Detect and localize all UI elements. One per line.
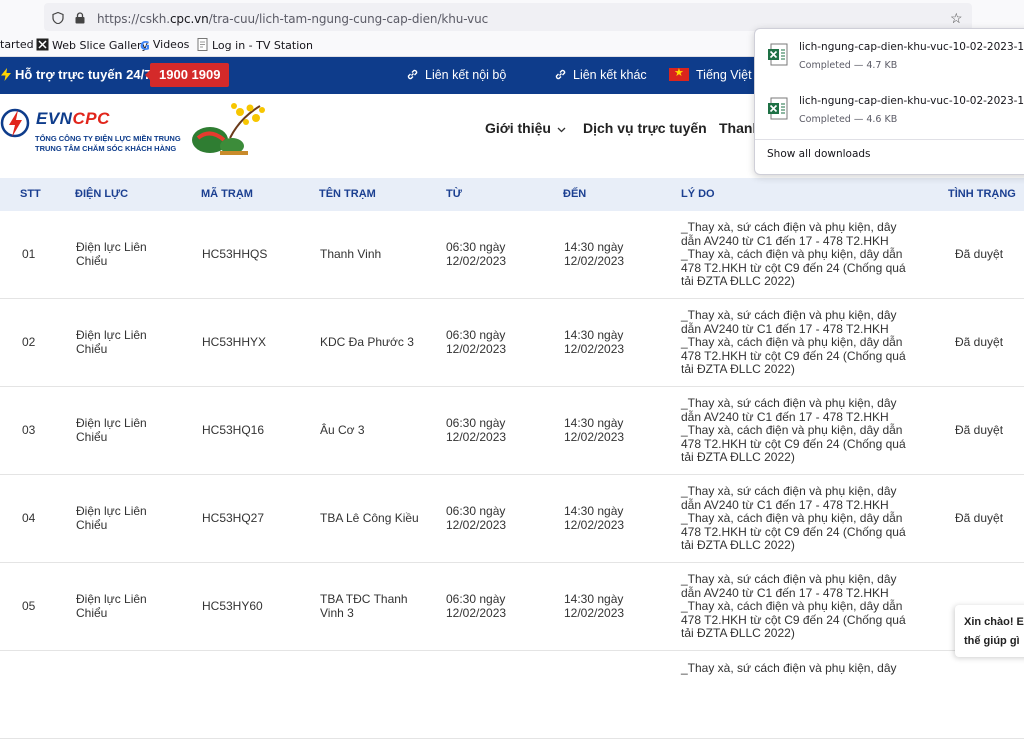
table-row[interactable]: 04 Điện lực Liên Chiểu HC53HQ27 TBA Lê Cô…: [0, 475, 1024, 563]
reason-cell: _Thay xà, sứ cách điện và phụ kiện, dây: [681, 661, 897, 675]
status-cell: Đã duyệt: [955, 423, 1004, 437]
table-row[interactable]: _Thay xà, sứ cách điện và phụ kiện, dây: [0, 651, 1024, 739]
evn-logo-icon[interactable]: [0, 101, 32, 145]
station-name-cell: Âu Cơ 3: [320, 423, 365, 437]
chevron-down-icon: [557, 127, 566, 133]
table-header: STT ĐIỆN LỰC MÃ TRẠM TÊN TRẠM TỪ ĐẾN LÝ …: [0, 178, 1024, 211]
table-row[interactable]: 03 Điện lực Liên Chiểu HC53HQ16 Âu Cơ 3 0…: [0, 387, 1024, 475]
language-selector[interactable]: Tiếng Việt: [669, 66, 752, 82]
reason-cell: _Thay xà, sứ cách điện và phụ kiện, dây d…: [681, 572, 906, 640]
stt-cell: 03: [22, 423, 36, 437]
stt-cell: 01: [22, 247, 36, 261]
dienluc-cell: Điện lực Liên Chiểu: [76, 416, 147, 444]
status-cell: Đã duyệt: [955, 335, 1004, 349]
bookmark-item[interactable]: G Videos: [140, 38, 189, 53]
url-bar[interactable]: https://cskh.cpc.vn/tra-cuu/lich-tam-ngu…: [44, 3, 972, 31]
show-all-downloads-button[interactable]: Show all downloads: [767, 148, 871, 160]
table-row[interactable]: 01 Điện lực Liên Chiểu HC53HHQS Thanh Vin…: [0, 211, 1024, 299]
download-item[interactable]: lich-ngung-cap-dien-khu-vuc-10-02-2023-1…: [755, 89, 1024, 133]
lightning-icon: [1, 68, 11, 81]
from-cell: 06:30 ngày 12/02/2023: [446, 416, 507, 444]
reason-cell: _Thay xà, sứ cách điện và phụ kiện, dây d…: [681, 308, 906, 376]
divider: [755, 139, 1024, 140]
brand-name[interactable]: EVNCPC: [36, 109, 110, 129]
to-cell: 14:30 ngày 12/02/2023: [564, 416, 625, 444]
column-header: TÊN TRẠM: [319, 188, 376, 200]
from-cell: 06:30 ngày 12/02/2023: [446, 504, 507, 532]
bookmark-item[interactable]: Log in - TV Station: [196, 38, 313, 52]
station-code-cell: HC53HQ27: [202, 511, 265, 525]
station-code-cell: HC53HHYX: [202, 335, 267, 349]
link-icon: [555, 69, 566, 80]
downloads-panel: lich-ngung-cap-dien-khu-vuc-10-02-2023-1…: [754, 28, 1024, 175]
dienluc-cell: Điện lực Liên Chiểu: [76, 240, 147, 268]
column-header: TỪ: [446, 188, 462, 200]
dienluc-cell: Điện lực Liên Chiểu: [76, 592, 147, 620]
dienluc-cell: Điện lực Liên Chiểu: [76, 328, 147, 356]
reason-cell: _Thay xà, sứ cách điện và phụ kiện, dây d…: [681, 484, 906, 552]
nav-online-services[interactable]: Dịch vụ trực tuyến: [583, 120, 707, 136]
stt-cell: 05: [22, 599, 36, 613]
nav-about[interactable]: Giới thiệu: [485, 120, 566, 136]
other-links-link[interactable]: Liên kết khác: [554, 68, 647, 82]
lock-icon[interactable]: [74, 12, 86, 24]
vietnam-flag-icon: [669, 66, 689, 81]
download-item[interactable]: lich-ngung-cap-dien-khu-vuc-10-02-2023-1…: [755, 35, 1024, 79]
support-label: Hỗ trợ trực tuyến 24/7:: [0, 67, 156, 82]
to-cell: 14:30 ngày 12/02/2023: [564, 328, 625, 356]
from-cell: 06:30 ngày 12/02/2023: [446, 328, 507, 356]
status-cell: Đã duyệt: [955, 511, 1004, 525]
google-icon: G: [140, 39, 150, 53]
bookmark-star-icon[interactable]: ☆: [950, 10, 963, 27]
from-cell: 06:30 ngày 12/02/2023: [446, 592, 507, 620]
column-header: TÌNH TRẠNG: [948, 188, 1016, 200]
reason-cell: _Thay xà, sứ cách điện và phụ kiện, dây d…: [681, 220, 906, 288]
web-slice-icon: [36, 38, 49, 51]
bookmark-item[interactable]: Web Slice Gallery: [36, 38, 148, 52]
column-header: LÝ DO: [681, 188, 715, 200]
internal-links-link[interactable]: Liên kết nội bộ: [406, 68, 506, 82]
to-cell: 14:30 ngày 12/02/2023: [564, 240, 625, 268]
company-subtitle: TRUNG TÂM CHĂM SÓC KHÁCH HÀNG: [35, 144, 177, 153]
page-icon: [197, 38, 208, 51]
column-header: ĐIỆN LỰC: [75, 188, 129, 200]
status-cell: Đã duyệt: [955, 247, 1004, 261]
station-code-cell: HC53HHQS: [202, 247, 268, 261]
chat-widget[interactable]: Xin chào! E thế giúp gì: [955, 605, 1024, 657]
chat-prompt: thế giúp gì: [964, 635, 1020, 647]
url-text: https://cskh.cpc.vn/tra-cuu/lich-tam-ngu…: [97, 12, 489, 26]
station-code-cell: HC53HY60: [202, 599, 263, 613]
to-cell: 14:30 ngày 12/02/2023: [564, 504, 625, 532]
dienluc-cell: Điện lực Liên Chiểu: [76, 504, 147, 532]
column-header: STT: [20, 188, 41, 200]
stt-cell: 04: [22, 511, 36, 525]
station-code-cell: HC53HQ16: [202, 423, 265, 437]
company-name: TỔNG CÔNG TY ĐIỆN LỰC MIỀN TRUNG: [35, 134, 181, 143]
station-name-cell: TBA Lê Công Kiều: [320, 511, 419, 525]
shield-icon[interactable]: [52, 12, 64, 24]
table-row[interactable]: 02 Điện lực Liên Chiểu HC53HHYX KDC Đa Ph…: [0, 299, 1024, 387]
to-cell: 14:30 ngày 12/02/2023: [564, 592, 625, 620]
bookmark-item[interactable]: tarted: [0, 38, 34, 51]
excel-file-icon: [768, 43, 788, 66]
column-header: ĐẾN: [563, 188, 587, 200]
reason-cell: _Thay xà, sứ cách điện và phụ kiện, dây d…: [681, 396, 906, 464]
link-icon: [407, 69, 418, 80]
station-name-cell: Thanh Vinh: [320, 247, 382, 261]
tet-decoration-image: [192, 103, 265, 155]
stt-cell: 02: [22, 335, 36, 349]
chat-greeting: Xin chào! E: [964, 616, 1024, 628]
hotline-badge[interactable]: 1900 1909: [144, 63, 230, 87]
from-cell: 06:30 ngày 12/02/2023: [446, 240, 507, 268]
table-row[interactable]: 05 Điện lực Liên Chiểu HC53HY60 TBA TĐC T…: [0, 563, 1024, 651]
station-name-cell: KDC Đa Phước 3: [320, 335, 414, 349]
station-name-cell: TBA TĐC Thanh Vinh 3: [320, 592, 408, 620]
excel-file-icon: [768, 97, 788, 120]
column-header: MÃ TRẠM: [201, 188, 253, 200]
